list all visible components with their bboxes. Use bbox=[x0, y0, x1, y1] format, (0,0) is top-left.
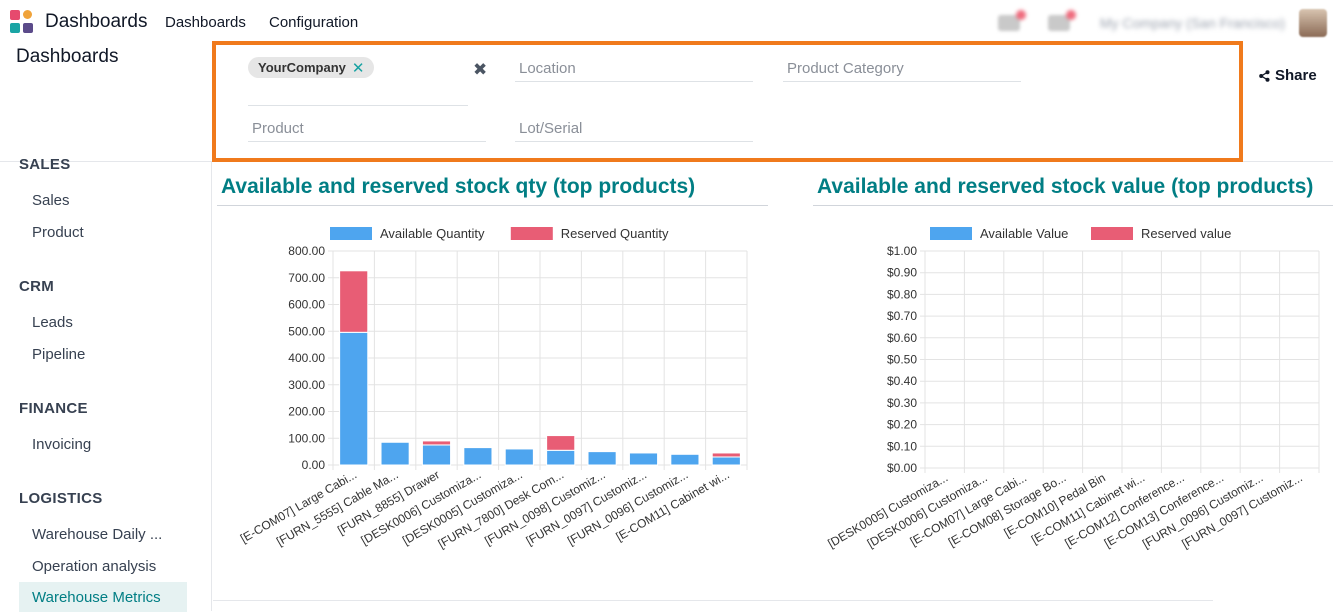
company-filter-input[interactable] bbox=[248, 80, 468, 106]
qty-chart-bar-reserved[interactable] bbox=[711, 452, 741, 458]
qty-chart-bar-reserved[interactable] bbox=[339, 270, 369, 333]
section-logistics: LOGISTICS bbox=[19, 490, 103, 507]
sidebar-item-warehouse-metrics[interactable]: Warehouse Metrics bbox=[19, 582, 187, 612]
app-icon[interactable] bbox=[10, 10, 34, 34]
qty-chart-bar-available[interactable] bbox=[711, 456, 741, 466]
sidebar-item-warehouse-daily[interactable]: Warehouse Daily ... bbox=[19, 519, 187, 549]
value-chart-ytick-label: $0.60 bbox=[887, 331, 917, 345]
section-crm: CRM bbox=[19, 278, 55, 295]
qty-chart-bar-available[interactable] bbox=[546, 449, 576, 466]
value-chart-legend-swatch[interactable] bbox=[1091, 227, 1133, 240]
product-filter[interactable]: Product bbox=[248, 116, 486, 142]
stock-value-chart: $1.00 $0.90 $0.80 $0.70 $0.60 $0.50 $0.40 $0.30… bbox=[825, 226, 1320, 551]
location-filter[interactable]: Location bbox=[515, 56, 753, 82]
qty-chart-ytick-label: 300.00 bbox=[288, 378, 325, 392]
qty-chart-bar-available[interactable] bbox=[463, 447, 493, 466]
value-chart-divider bbox=[813, 205, 1333, 206]
qty-chart-bar-available[interactable] bbox=[670, 453, 700, 466]
qty-chart-bar-available[interactable] bbox=[421, 444, 452, 466]
qty-chart-bar-available[interactable] bbox=[339, 331, 369, 466]
share-icon bbox=[1259, 69, 1270, 82]
value-chart-ytick-label: $0.80 bbox=[887, 287, 917, 301]
dashboard-sidebar: SALES Sales Product CRM Leads Pipeline F… bbox=[0, 156, 212, 612]
qty-chart-ytick-label: 700.00 bbox=[288, 271, 325, 285]
share-button[interactable]: Share bbox=[1259, 67, 1317, 84]
qty-chart-bar-available[interactable] bbox=[628, 452, 659, 466]
stock-qty-chart: 800.00 700.00 600.00 500.00 400.00 300.00 200.… bbox=[238, 226, 748, 551]
bottom-divider bbox=[213, 600, 1213, 601]
qty-chart-divider bbox=[217, 205, 768, 206]
sidebar-item-product[interactable]: Product bbox=[19, 217, 187, 247]
value-chart-ytick-label: $0.90 bbox=[887, 266, 917, 280]
value-chart-ytick-label: $0.30 bbox=[887, 396, 917, 410]
qty-chart-ytick-label: 600.00 bbox=[288, 298, 325, 312]
app-title[interactable]: Dashboards bbox=[45, 11, 147, 33]
value-chart-legend-label[interactable]: Reserved value bbox=[1141, 226, 1231, 241]
qty-chart-legend-swatch[interactable] bbox=[510, 227, 553, 240]
value-chart-title: Available and reserved stock value (top … bbox=[817, 175, 1314, 198]
breadcrumb: Dashboards bbox=[16, 46, 119, 67]
section-finance: FINANCE bbox=[19, 400, 88, 417]
sidebar-item-sales[interactable]: Sales bbox=[19, 185, 187, 215]
qty-chart-title: Available and reserved stock qty (top pr… bbox=[221, 175, 696, 198]
qty-chart-bar-reserved[interactable] bbox=[421, 440, 452, 446]
facet-label: YourCompany bbox=[258, 60, 346, 75]
value-chart-ytick-label: $0.20 bbox=[887, 418, 917, 432]
qty-chart-ytick-label: 0.00 bbox=[302, 458, 326, 472]
sidebar-item-leads[interactable]: Leads bbox=[19, 307, 187, 337]
value-chart-ytick-label: $0.00 bbox=[887, 461, 917, 475]
lot-serial-filter[interactable]: Lot/Serial bbox=[515, 116, 753, 142]
value-chart-ytick-label: $0.50 bbox=[887, 353, 917, 367]
menu-dashboards[interactable]: Dashboards bbox=[165, 14, 246, 31]
company-switcher[interactable]: My Company (San Francisco) bbox=[1100, 15, 1285, 31]
value-chart-ytick-label: $0.70 bbox=[887, 309, 917, 323]
menu-configuration[interactable]: Configuration bbox=[269, 14, 358, 31]
chat-icon[interactable] bbox=[997, 10, 1026, 31]
value-chart-legend-label[interactable]: Available Value bbox=[980, 226, 1068, 241]
qty-chart-bar-reserved[interactable] bbox=[546, 435, 576, 451]
qty-chart-ytick-label: 500.00 bbox=[288, 324, 325, 338]
value-chart-ytick-label: $1.00 bbox=[887, 244, 917, 258]
value-chart-legend-swatch[interactable] bbox=[930, 227, 972, 240]
sidebar-item-pipeline[interactable]: Pipeline bbox=[19, 339, 187, 369]
sidebar-item-operation-analysis[interactable]: Operation analysis bbox=[19, 551, 187, 581]
qty-chart-bar-available[interactable] bbox=[587, 451, 617, 466]
section-sales: SALES bbox=[19, 156, 71, 173]
qty-chart-ytick-label: 400.00 bbox=[288, 351, 325, 365]
clear-filter-icon[interactable]: ✖ bbox=[473, 60, 487, 80]
qty-chart-bar-available[interactable] bbox=[504, 448, 534, 466]
qty-chart-legend-label[interactable]: Reserved Quantity bbox=[561, 226, 669, 241]
qty-chart-ytick-label: 200.00 bbox=[288, 405, 325, 419]
product-category-filter[interactable]: Product Category bbox=[783, 56, 1021, 82]
top-navbar: Dashboards Dashboards Configuration My C… bbox=[0, 0, 1333, 45]
qty-chart-ytick-label: 800.00 bbox=[288, 244, 325, 258]
value-chart-ytick-label: $0.40 bbox=[887, 374, 917, 388]
company-filter-chip[interactable]: YourCompany ✕ bbox=[248, 57, 375, 78]
qty-chart-ytick-label: 100.00 bbox=[288, 431, 325, 445]
activity-icon[interactable] bbox=[1047, 10, 1076, 31]
qty-chart-legend-label[interactable]: Available Quantity bbox=[380, 226, 485, 241]
qty-chart-legend-swatch[interactable] bbox=[330, 227, 372, 240]
value-chart-ytick-label: $0.10 bbox=[887, 439, 917, 453]
sidebar-item-invoicing[interactable]: Invoicing bbox=[19, 429, 187, 459]
remove-facet-icon[interactable]: ✕ bbox=[352, 59, 365, 77]
avatar[interactable] bbox=[1299, 9, 1327, 37]
qty-chart-bar-available[interactable] bbox=[380, 441, 410, 466]
share-label: Share bbox=[1275, 67, 1317, 84]
